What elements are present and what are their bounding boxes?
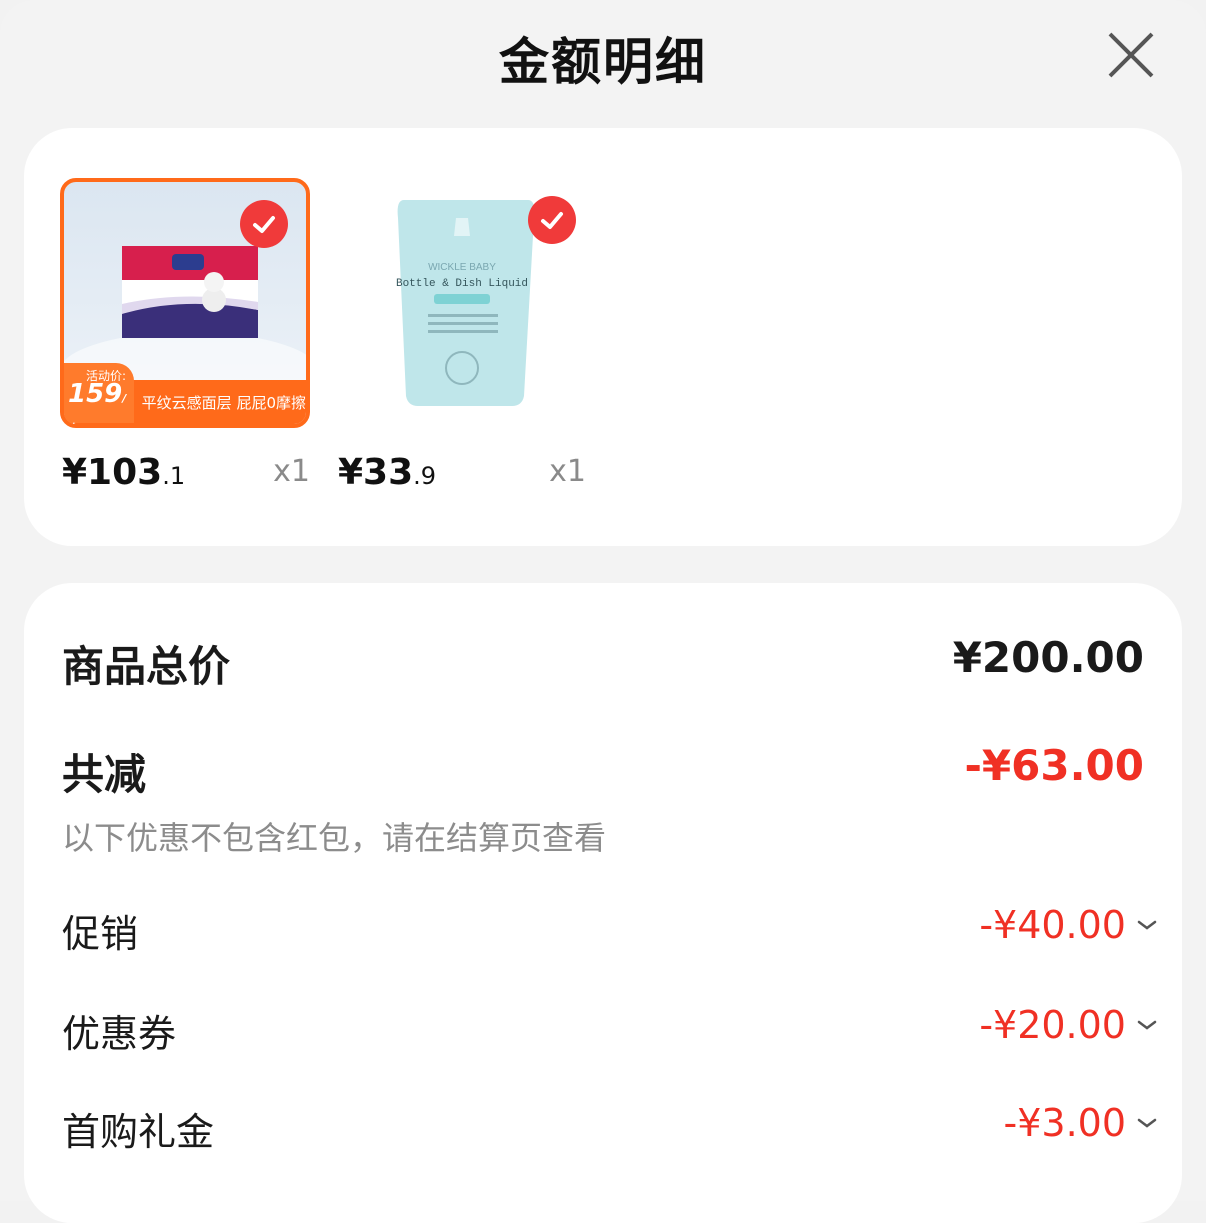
product-price: ¥103.1	[62, 452, 186, 493]
detail-label: 优惠券	[62, 1012, 177, 1056]
product-image[interactable]: WICKLE BABY Bottle & Dish Liquid	[336, 178, 586, 428]
amount-detail-sheet: 金额明细 活动价: 159/ 平纹云感面层 屁屁0摩擦 ¥103.1 x1 WI…	[0, 0, 1206, 1223]
product-price: ¥33.9	[338, 452, 437, 493]
products-card: 活动价: 159/包 平纹云感面层 屁屁0摩擦 ¥103.1 x1 WICKLE…	[24, 128, 1182, 546]
product-item[interactable]: WICKLE BABY Bottle & Dish Liquid ¥33.9 x…	[336, 178, 586, 506]
product-quantity: x1	[273, 454, 310, 489]
product-item[interactable]: 活动价: 159/包 平纹云感面层 屁屁0摩擦 ¥103.1 x1	[60, 178, 310, 506]
chevron-down-icon[interactable]	[1136, 1116, 1158, 1130]
sheet-title: 金额明细	[499, 33, 707, 91]
chevron-down-icon[interactable]	[1136, 1018, 1158, 1032]
detail-value: -¥40.00	[979, 903, 1126, 947]
promo-price: 159	[68, 379, 123, 409]
selected-check-icon[interactable]	[528, 196, 576, 244]
summary-card: 商品总价 ¥200.00 共减 -¥63.00 以下优惠不包含红包，请在结算页查…	[24, 583, 1182, 1223]
close-icon[interactable]	[1104, 28, 1158, 82]
svg-text:WICKLE BABY: WICKLE BABY	[428, 262, 496, 273]
chevron-down-icon[interactable]	[1136, 918, 1158, 932]
svg-text:Bottle & Dish Liquid: Bottle & Dish Liquid	[396, 278, 528, 290]
total-reduce-value: -¥63.00	[964, 741, 1144, 790]
promo-banner: 活动价: 159/包 平纹云感面层 屁屁0摩擦	[64, 363, 306, 424]
total-price-value: ¥200.00	[952, 633, 1144, 682]
detail-label: 促销	[62, 912, 139, 956]
selected-check-icon[interactable]	[240, 200, 288, 248]
detail-label: 首购礼金	[62, 1110, 215, 1154]
detail-value: -¥3.00	[1003, 1101, 1127, 1145]
discount-note: 以下优惠不包含红包，请在结算页查看	[62, 819, 607, 857]
promo-slogan: 平纹云感面层 屁屁0摩擦	[141, 393, 306, 412]
product-quantity: x1	[549, 454, 586, 489]
promo-price-badge: 活动价: 159/包	[64, 363, 134, 424]
detail-value: -¥20.00	[979, 1003, 1126, 1047]
total-price-label: 商品总价	[62, 642, 231, 691]
product-image[interactable]: 活动价: 159/包 平纹云感面层 屁屁0摩擦	[60, 178, 310, 428]
total-reduce-label: 共减	[62, 750, 147, 799]
